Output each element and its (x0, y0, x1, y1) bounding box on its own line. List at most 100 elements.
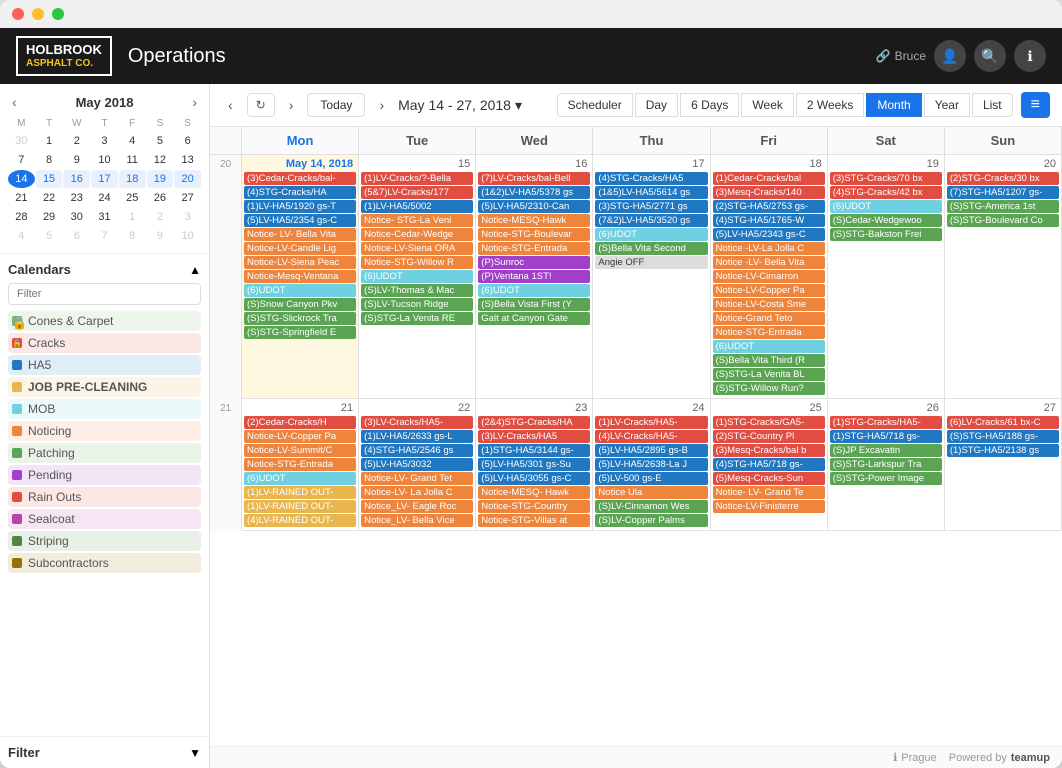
cal-next-btn[interactable]: › (283, 93, 300, 117)
cal-item-ha5[interactable]: HA5 (8, 355, 201, 375)
event[interactable]: Notice-LV- La Jolla C (361, 486, 473, 499)
event[interactable]: (S)STG-America 1st (947, 200, 1059, 213)
minimize-btn[interactable] (32, 8, 44, 20)
event[interactable]: (7)LV-Cracks/bal-Bell (478, 172, 590, 185)
event[interactable]: Notice- LV- Bella Vita (244, 228, 356, 241)
event[interactable]: Notice-STG-Boulevar (478, 228, 590, 241)
event[interactable]: (P)Sunroc (478, 256, 590, 269)
event[interactable]: (S)STG-HA5/188 gs- (947, 430, 1059, 443)
view-day-btn[interactable]: Day (635, 93, 678, 117)
maximize-btn[interactable] (52, 8, 64, 20)
event[interactable]: (1)STG-HA5/718 gs- (830, 430, 942, 443)
event[interactable]: (5)LV-HA5/2343 gs-C (713, 228, 825, 241)
event[interactable]: Galt at Canyon Gate (478, 312, 590, 325)
event[interactable]: Notice_LV- Eagle Roc (361, 500, 473, 513)
event[interactable]: (S)STG-La Venita RE (361, 312, 473, 325)
today-btn[interactable]: Today (307, 93, 365, 117)
event[interactable]: (1)STG-HA5/2138 gs (947, 444, 1059, 457)
cal-item-pre-cleaning[interactable]: JOB PRE-CLEANING (8, 377, 201, 397)
event[interactable]: (S)Bella Vita Third (R (713, 354, 825, 367)
event[interactable]: (4)STG-HA5/2546 gs (361, 444, 473, 457)
event[interactable]: (4)STG-Cracks/42 bx (830, 186, 942, 199)
event[interactable]: Notice -LV- Bella Vita (713, 256, 825, 269)
event[interactable]: (2)Cedar-Cracks/H (244, 416, 356, 429)
event[interactable]: Notice -LV-La Jolla C (713, 242, 825, 255)
event[interactable]: Notice-STG-Entrada (713, 326, 825, 339)
event[interactable]: (3)STG-HA5/2771 gs (595, 200, 707, 213)
event[interactable]: Notice-LV-Cimarron (713, 270, 825, 283)
cal-item-pending[interactable]: Pending (8, 465, 201, 485)
event[interactable]: (6)UDOT (595, 228, 707, 241)
event[interactable]: (4)STG-Cracks/HA (244, 186, 356, 199)
event[interactable]: (4)STG-Cracks/HA5 (595, 172, 707, 185)
event[interactable]: (5)LV-HA5/2354 gs-C (244, 214, 356, 227)
event[interactable]: (S)STG-Slickrock Tra (244, 312, 356, 325)
event[interactable]: Notice-LV-Copper Pa (244, 430, 356, 443)
event[interactable]: (7&2)LV-HA5/3520 gs (595, 214, 707, 227)
user-link[interactable]: 🔗 Bruce (876, 49, 926, 63)
cal-item-rain-outs[interactable]: Rain Outs (8, 487, 201, 507)
event[interactable]: (2&4)STG-Cracks/HA (478, 416, 590, 429)
event[interactable]: (1)LV-RAINED OUT- (244, 486, 356, 499)
event[interactable]: (1)STG-HA5/3144 gs- (478, 444, 590, 457)
event[interactable]: (S)LV-Thomas & Mac (361, 284, 473, 297)
event[interactable]: (S)Bella Vista First (Y (478, 298, 590, 311)
event[interactable]: (S)STG-Power Image (830, 472, 942, 485)
event[interactable]: Notice-MESQ- Hawk (478, 486, 590, 499)
event[interactable]: Notice-Cedar-Wedge (361, 228, 473, 241)
event[interactable]: (1)LV-HA5/5002 (361, 200, 473, 213)
event[interactable]: (5)LV-HA5/2638-La J (595, 458, 707, 471)
cal-item-patching[interactable]: Patching (8, 443, 201, 463)
event[interactable]: (5)LV-HA5/3055 gs-C (478, 472, 590, 485)
event[interactable]: (1)LV-HA5/2633 gs-L (361, 430, 473, 443)
event[interactable]: (S)LV-Copper Palms (595, 514, 707, 527)
event[interactable]: (5)LV-HA5/2895 gs-B (595, 444, 707, 457)
event[interactable]: (S)STG-Willow Run? (713, 382, 825, 395)
event[interactable]: (4)STG-HA5/1765-W (713, 214, 825, 227)
event[interactable]: (1)LV-Cracks/?-Bella (361, 172, 473, 185)
event[interactable]: (S)Cedar-Wedgewoo (830, 214, 942, 227)
event[interactable]: Notice-LV-Summit/C (244, 444, 356, 457)
cal-item-noticing[interactable]: Noticing (8, 421, 201, 441)
menu-btn[interactable]: ≡ (1021, 92, 1050, 118)
view-scheduler-btn[interactable]: Scheduler (557, 93, 633, 117)
event[interactable]: Notice-Grand Teto (713, 312, 825, 325)
event[interactable]: (4)LV-RAINED OUT- (244, 514, 356, 527)
event[interactable]: Notice-LV-Finisterre (713, 500, 825, 513)
event[interactable]: (1)Cedar-Cracks/bal (713, 172, 825, 185)
event[interactable]: (S)Bella Vita Second (595, 242, 707, 255)
event[interactable]: (6)UDOT (244, 284, 356, 297)
view-year-btn[interactable]: Year (924, 93, 970, 117)
event[interactable]: (6)UDOT (361, 270, 473, 283)
event[interactable]: (2)STG-Country Pl (713, 430, 825, 443)
event[interactable]: Notice-MESQ-Hawk (478, 214, 590, 227)
event[interactable]: (2)STG-Cracks/30 bx (947, 172, 1059, 185)
event[interactable]: (5&7)LV-Cracks/177 (361, 186, 473, 199)
event[interactable]: (S)Snow Canyon Pkv (244, 298, 356, 311)
cal-next2-btn[interactable]: › (373, 93, 390, 117)
cal-refresh-btn[interactable]: ↻ (247, 93, 275, 117)
date-range-label[interactable]: May 14 - 27, 2018 ▾ (398, 97, 522, 114)
event[interactable]: Notice-Mesq-Ventana (244, 270, 356, 283)
event[interactable]: Notice-LV-Siena Peac (244, 256, 356, 269)
event[interactable]: Notice- STG-La Veni (361, 214, 473, 227)
event[interactable]: Notice-LV- Grand Tet (361, 472, 473, 485)
event[interactable]: Notice- LV- Grand Te (713, 486, 825, 499)
event[interactable]: (S)JP Excavatin (830, 444, 942, 457)
view-list-btn[interactable]: List (972, 93, 1013, 117)
event[interactable]: Notice-LV-Siena ORA (361, 242, 473, 255)
event[interactable]: (S)STG-Springfield E (244, 326, 356, 339)
event[interactable]: (1)STG-Cracks/GA5- (713, 416, 825, 429)
cal-item-subcontractors[interactable]: Subcontractors (8, 553, 201, 573)
event[interactable]: (S)STG-Bakston Frei (830, 228, 942, 241)
event[interactable]: Notice-LV-Copper Pa (713, 284, 825, 297)
view-2weeks-btn[interactable]: 2 Weeks (796, 93, 864, 117)
event[interactable]: (S)LV-Tucson Ridge (361, 298, 473, 311)
event[interactable]: (1)LV-HA5/1920 gs-T (244, 200, 356, 213)
event[interactable]: Angie OFF (595, 256, 707, 269)
event[interactable]: Notice-STG-Willow R (361, 256, 473, 269)
search-btn[interactable]: 🔍 (974, 40, 1006, 72)
mini-cal-prev[interactable]: ‹ (8, 92, 21, 112)
event[interactable]: (3)Cedar-Cracks/bal- (244, 172, 356, 185)
calendar-filter-input[interactable] (8, 283, 201, 305)
